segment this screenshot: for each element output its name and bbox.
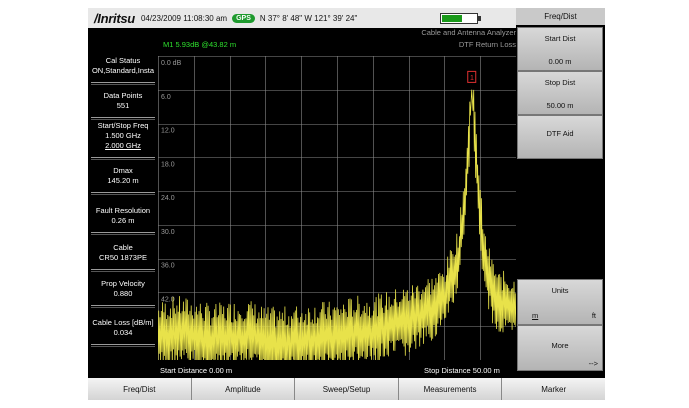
plot-header: Cable and Antenna Analyzer DTF Return Lo…: [158, 28, 516, 56]
info-divider: [91, 117, 155, 118]
info-divider: [91, 157, 155, 158]
info-label: Dmax: [113, 166, 133, 175]
marker-1-label: 1: [470, 75, 474, 82]
info-block: Cable Loss [dB/m] 0.034: [88, 318, 158, 338]
info-block: Cable CR50 1873PE: [88, 243, 158, 263]
stop-distance-label: Stop Distance 50.00 m: [424, 366, 500, 375]
info-value: 1.500 GHz: [105, 131, 141, 140]
info-divider: [91, 194, 155, 195]
info-value: 145.20 m: [107, 176, 139, 185]
y-tick-label: 0.0 dB: [161, 60, 182, 67]
dtf-trace: [158, 89, 516, 360]
softkey-menu-title: Freq/Dist: [516, 8, 605, 25]
tab-freq-dist[interactable]: Freq/Dist: [88, 378, 191, 400]
datetime: 04/23/2009 11:08:30 am: [140, 13, 228, 23]
gps-coordinates: N 37° 8' 48" W 121° 39' 24": [259, 13, 358, 23]
more-label: More: [551, 341, 569, 350]
info-divider: [91, 271, 155, 272]
info-value: 0.880: [113, 289, 133, 298]
tab-sweep-setup[interactable]: Sweep/Setup: [294, 378, 398, 400]
tab-marker[interactable]: Marker: [501, 378, 605, 400]
measurement-title: DTF Return Loss: [458, 40, 516, 49]
stop-dist-button[interactable]: Stop Dist 50.00 m: [517, 71, 603, 115]
info-block: Prop Velocity 0.880: [88, 279, 158, 299]
info-divider: [91, 232, 155, 233]
info-divider: [91, 269, 155, 270]
battery-level: [442, 15, 463, 22]
units-option-m: m: [532, 311, 539, 320]
stop-dist-value: 50.00 m: [546, 101, 574, 110]
info-value: 2.000 GHz: [105, 141, 141, 150]
units-button[interactable]: Units m ft: [517, 279, 603, 325]
y-tick-label: 12.0: [161, 128, 175, 135]
info-value: 0.034: [113, 328, 133, 337]
dtf-aid-button[interactable]: DTF Aid: [517, 115, 603, 159]
info-label: Start/Stop Freq: [97, 121, 149, 130]
more-arrow-icon: -->: [588, 359, 598, 368]
info-label: Prop Velocity: [101, 279, 145, 288]
info-block: Start/Stop Freq 1.500 GHz 2.000 GHz: [88, 121, 158, 151]
y-tick-label: 24.0: [161, 195, 175, 202]
start-dist-label: Start Dist: [544, 34, 576, 43]
battery-icon: [440, 13, 481, 24]
info-block: Data Points 551: [88, 91, 158, 111]
dtf-plot[interactable]: 0.0 dB 6.0 12.0 18.0 24.0 30.0 36.0 42.0 48.0 1: [158, 56, 516, 360]
info-label: Data Points: [103, 91, 143, 100]
info-label: Fault Resolution: [95, 206, 151, 215]
more-button[interactable]: More -->: [517, 325, 603, 371]
info-divider: [91, 159, 155, 160]
y-tick-label: 18.0: [161, 161, 175, 168]
tab-measurements[interactable]: Measurements: [397, 378, 502, 400]
units-option-ft: ft: [591, 311, 596, 320]
info-divider: [91, 234, 155, 235]
softkey-panel: Freq/Dist Start Dist 0.00 m Stop Dist 50…: [516, 8, 605, 378]
info-value: 0.26 m: [111, 216, 135, 225]
dtf-trace-chart: 0.0 dB6.012.018.024.030.036.042.048.01: [158, 56, 516, 360]
info-block: Fault Resolution 0.26 m: [88, 206, 158, 226]
measurement-info-panel: Cal Status ON,Standard,Insta Data Points 55…: [88, 28, 158, 378]
dtf-aid-label: DTF Aid: [546, 129, 574, 138]
main-menu-bar: Freq/Dist Amplitude Sweep/Setup Measurement…: [88, 378, 605, 400]
info-divider: [91, 84, 155, 85]
info-divider: [91, 346, 155, 347]
info-label: Cable: [113, 243, 133, 252]
info-divider: [91, 307, 155, 308]
marker-readout: M1 5.93dB @43.82 m: [163, 40, 237, 49]
y-tick-label: 36.0: [161, 263, 175, 270]
stop-dist-label: Stop Dist: [544, 78, 576, 87]
y-tick-label: 30.0: [161, 229, 175, 236]
info-divider: [91, 82, 155, 83]
info-divider: [91, 305, 155, 306]
info-value: CR50 1873PE: [99, 253, 147, 262]
info-label: Cal Status: [105, 56, 141, 65]
start-distance-label: Start Distance 0.00 m: [160, 366, 233, 375]
info-value: ON,Standard,Insta: [91, 66, 155, 75]
instrument-screen: /Inritsu 04/23/2009 11:08:30 am GPS N 37…: [88, 8, 605, 400]
status-bar: /Inritsu 04/23/2009 11:08:30 am GPS N 37…: [88, 8, 516, 28]
y-tick-label: 6.0: [161, 94, 171, 101]
info-value: 551: [116, 101, 130, 110]
info-block: Cal Status ON,Standard,Insta: [88, 56, 158, 76]
info-block: Dmax 145.20 m: [88, 166, 158, 186]
start-dist-button[interactable]: Start Dist 0.00 m: [517, 27, 603, 71]
units-label: Units: [551, 286, 569, 295]
info-divider: [91, 192, 155, 193]
gps-icon: GPS: [232, 13, 255, 23]
mode-title: Cable and Antenna Analyzer: [421, 28, 516, 37]
info-label: Cable Loss [dB/m]: [92, 318, 154, 327]
info-divider: [91, 119, 155, 120]
info-divider: [91, 344, 155, 345]
start-dist-value: 0.00 m: [548, 57, 572, 66]
tab-amplitude[interactable]: Amplitude: [190, 378, 295, 400]
anritsu-logo: /Inritsu: [94, 10, 135, 26]
